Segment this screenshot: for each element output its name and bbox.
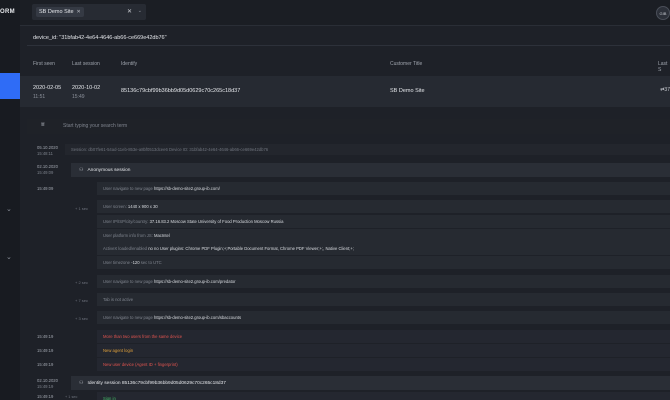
timestamp: 02.10.2020 15:49:09 [37,164,58,175]
sidebar: ORM ⌄ ⌄ [0,0,20,400]
anonymous-session-header[interactable]: ⚇ Anonymous session [71,163,670,177]
relative-time: + 2 sec [75,280,89,285]
event-row: User screen: 1440 x 900 x 30 [97,200,670,213]
event-row: User navigate to new page https://sb-dem… [97,311,670,324]
timeline: 05.10.2020 15:48:11 Session: db07fe61-54… [27,138,670,400]
query-input[interactable]: device_id: "31bfab42-4e64-4646-ab66-ce66… [27,31,670,46]
alert-row: New agent login [97,344,670,357]
sidebar-item-active[interactable] [0,73,20,99]
column-header: First seen [33,61,55,67]
close-icon[interactable]: ✕ [77,9,81,15]
timestamp: 15:49:19 [37,362,54,367]
chevron-down-icon[interactable]: ⌄ [138,8,142,14]
relative-time: + 1 sec [65,395,78,399]
clear-icon[interactable]: ✕ [127,8,132,15]
identify-value: 85136c79cbf99b36bb9d05d0629c70c265c18d37 [121,88,241,94]
column-header: Last S [658,61,668,73]
timestamp: 15:49:19 [37,348,54,353]
event-row: ActiveX loaded/enabled no no User plugin… [97,242,670,255]
site-select[interactable]: SB Demo Site ✕ ✕ ⌄ [32,4,146,20]
alert-row: More than two users from the same device [97,330,670,343]
column-header: Identify [121,61,138,67]
table-row[interactable]: 2020-02-05 11:51 2020-10-02 15:49 85136c… [20,76,670,107]
event-row: Sign in [97,392,670,400]
last-session-time: 15:49 [72,94,85,100]
filter-icon[interactable]: ⩸ [41,122,45,129]
site-chip: SB Demo Site ✕ [36,7,84,17]
timestamp: 15:49:19 [37,394,54,399]
search-bar[interactable]: ⩸ Start typing your search term [27,119,670,134]
user-icon: ⚇ [79,380,84,386]
timestamp: 05.10.2020 15:48:11 [37,145,58,156]
relative-time: + 3 sec [75,316,89,321]
alert-row: New user device (Agent ID + fingerprint) [97,358,670,371]
sessions-icon: ⇄37 [660,87,670,93]
identity-session-header[interactable]: ⚇ Identity session 85136c79cbf99b36bb9d0… [71,376,670,390]
event-row: User timezone -120 sec to UTC [97,256,670,269]
chevron-down-icon[interactable]: ⌄ [6,253,12,261]
logo: ORM [0,9,15,15]
relative-time: + 7 sec [75,298,89,303]
column-header: Customer Title [390,61,423,67]
event-row: User platform info from JS: MacIntel [97,229,670,242]
relative-time: + 1 sec [75,206,89,211]
session-info: Session: db07fe61-54ad-11eb-853e-a8bf051… [65,144,670,155]
event-row: User navigate to new page https://sb-dem… [97,182,670,195]
timestamp: 15:49:09 [37,186,54,191]
last-session-date: 2020-10-02 [72,85,101,91]
avatar[interactable]: GIB [656,6,670,20]
event-row: Tab is not active [97,293,670,306]
user-icon: ⚇ [79,167,84,173]
customer-title: SB Demo Site [390,88,425,94]
event-row: User navigate to new page https://sb-dem… [97,275,670,288]
search-input[interactable]: Start typing your search term [63,123,127,129]
column-header: Last session [72,61,100,67]
timestamp: 15:49:19 [37,334,54,339]
chevron-down-icon[interactable]: ⌄ [6,205,12,213]
first-seen-time: 11:51 [33,94,46,100]
first-seen-date: 2020-02-05 [33,85,62,91]
event-row: User IP/ISP/city/country: 37.16.83.2 Mos… [97,215,670,228]
topbar: SB Demo Site ✕ ✕ ⌄ GIB [20,0,670,26]
table-header: First seen Last session Identify Custome… [20,55,670,73]
timestamp: 02.10.2020 15:49:19 [37,378,58,389]
